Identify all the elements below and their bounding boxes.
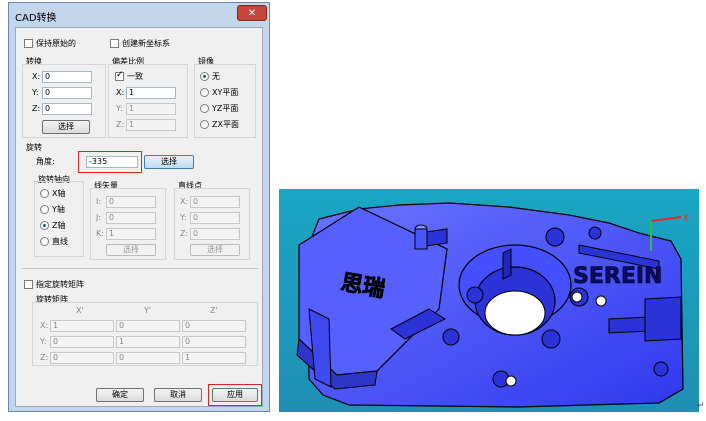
- specify-matrix-checkbox[interactable]: [24, 280, 33, 289]
- scale-z-label: Z:: [116, 120, 125, 129]
- mirror-yz-radio[interactable]: [200, 104, 209, 113]
- rotate-select-button[interactable]: 选择: [144, 155, 194, 169]
- translate-y-label: Y:: [32, 88, 39, 97]
- axis-x-label: X轴: [52, 189, 66, 198]
- viewport-canvas: X 思瑞 SEREIN: [279, 189, 699, 412]
- vec-k-field[interactable]: 1: [106, 228, 156, 240]
- hole-highlight: [595, 295, 607, 307]
- section-divider: [22, 268, 258, 269]
- vec-j-label: J:: [96, 213, 102, 222]
- matrix-cell[interactable]: 1: [182, 352, 246, 364]
- angle-highlight: [78, 151, 142, 173]
- vector-select-button[interactable]: 选择: [106, 244, 156, 256]
- vec-i-field[interactable]: 0: [106, 196, 156, 208]
- hole-highlight: [505, 375, 517, 387]
- pt-x-label: X:: [180, 197, 189, 206]
- axis-line-label: 直线: [52, 237, 68, 246]
- axis-y-label: Y轴: [52, 205, 65, 214]
- cad-transform-dialog: CAD转换 ✕ 保持原始的 创建新坐标系 转换 X: 0 Y: 0 Z: 0 选…: [8, 2, 270, 412]
- x-axis-label: X: [683, 214, 689, 223]
- bore-through: [484, 290, 546, 336]
- scale-y-label: Y:: [116, 104, 123, 113]
- dialog-body: 保持原始的 创建新坐标系 转换 X: 0 Y: 0 Z: 0 选择 偏差比例 一…: [15, 27, 263, 407]
- axis-x-radio[interactable]: [40, 189, 49, 198]
- pt-z-field[interactable]: 0: [190, 228, 240, 240]
- mirror-xy-radio[interactable]: [200, 88, 209, 97]
- scale-z-field[interactable]: 1: [126, 119, 176, 131]
- hole-highlight: [571, 291, 583, 303]
- point-select-button[interactable]: 选择: [190, 244, 240, 256]
- vec-j-field[interactable]: 0: [106, 212, 156, 224]
- create-coord-checkbox[interactable]: [110, 39, 119, 48]
- matrix-row-z-label: Z:: [40, 353, 49, 362]
- mirror-yz-label: YZ平面: [212, 104, 239, 113]
- axis-z-radio[interactable]: [40, 221, 49, 230]
- angle-label: 角度:: [36, 157, 55, 166]
- matrix-cell[interactable]: 0: [182, 336, 246, 348]
- engraved-text-right: SEREIN: [573, 264, 662, 289]
- scale-x-label: X:: [116, 88, 125, 97]
- translate-z-field[interactable]: 0: [42, 103, 92, 115]
- translate-select-button[interactable]: 选择: [42, 120, 90, 134]
- matrix-row-y-label: Y:: [40, 337, 47, 346]
- matrix-cell[interactable]: 1: [116, 336, 180, 348]
- uniform-label: 一致: [127, 72, 143, 81]
- scale-y-field[interactable]: 1: [126, 103, 176, 115]
- matrix-cell[interactable]: 0: [50, 352, 114, 364]
- matrix-cell[interactable]: 1: [50, 320, 114, 332]
- axis-line-radio[interactable]: [40, 237, 49, 246]
- matrix-cell[interactable]: 0: [182, 320, 246, 332]
- matrix-row-x-label: X:: [40, 321, 49, 330]
- dialog-title: CAD转换: [15, 13, 57, 24]
- apply-highlight: [208, 384, 262, 406]
- pocket: [644, 296, 682, 342]
- translate-y-field[interactable]: 0: [42, 87, 92, 99]
- hole: [545, 227, 565, 247]
- bore-key: [502, 248, 512, 280]
- matrix-col-x: X': [76, 306, 84, 315]
- cad-viewport[interactable]: X 思瑞 SEREIN: [279, 189, 699, 412]
- pt-y-field[interactable]: 0: [190, 212, 240, 224]
- mirror-none-radio[interactable]: [200, 72, 209, 81]
- create-coord-label: 创建新坐标系: [122, 39, 170, 48]
- hole: [653, 361, 669, 377]
- axis-y-radio[interactable]: [40, 205, 49, 214]
- pocket: [608, 316, 650, 334]
- vec-i-label: I:: [96, 197, 102, 206]
- keep-origin-checkbox[interactable]: [24, 39, 33, 48]
- ok-button[interactable]: 确定: [96, 388, 144, 402]
- axis-z-label: Z轴: [52, 221, 66, 230]
- hole: [466, 286, 484, 304]
- matrix-cell[interactable]: 0: [116, 320, 180, 332]
- scale-x-field[interactable]: 1: [126, 87, 176, 99]
- hole: [442, 328, 460, 346]
- matrix-cell[interactable]: 0: [116, 352, 180, 364]
- hole: [588, 226, 602, 240]
- mirror-none-label: 无: [212, 72, 220, 81]
- matrix-col-z: Z': [210, 306, 218, 315]
- pt-x-field[interactable]: 0: [190, 196, 240, 208]
- translate-x-field[interactable]: 0: [42, 71, 92, 83]
- mirror-zx-label: ZX平面: [212, 120, 239, 129]
- rotate-header: 旋转: [26, 143, 42, 152]
- uniform-checkbox[interactable]: [115, 70, 124, 81]
- page-corner-mark: ↵: [697, 401, 705, 411]
- mirror-zx-radio[interactable]: [200, 120, 209, 129]
- vec-k-label: K:: [96, 229, 104, 238]
- keep-origin-label: 保持原始的: [36, 39, 76, 48]
- close-button[interactable]: ✕: [237, 5, 267, 21]
- pin: [414, 228, 428, 250]
- pt-z-label: Z:: [180, 229, 189, 238]
- specify-matrix-label: 指定旋转矩阵: [36, 280, 84, 289]
- mirror-xy-label: XY平面: [212, 88, 239, 97]
- pt-y-label: Y:: [180, 213, 187, 222]
- matrix-cell[interactable]: 0: [50, 336, 114, 348]
- hole: [541, 329, 561, 349]
- translate-z-label: Z:: [32, 104, 41, 113]
- matrix-col-y: Y': [144, 306, 152, 315]
- cancel-button[interactable]: 取消: [154, 388, 202, 402]
- translate-x-label: X:: [32, 72, 41, 81]
